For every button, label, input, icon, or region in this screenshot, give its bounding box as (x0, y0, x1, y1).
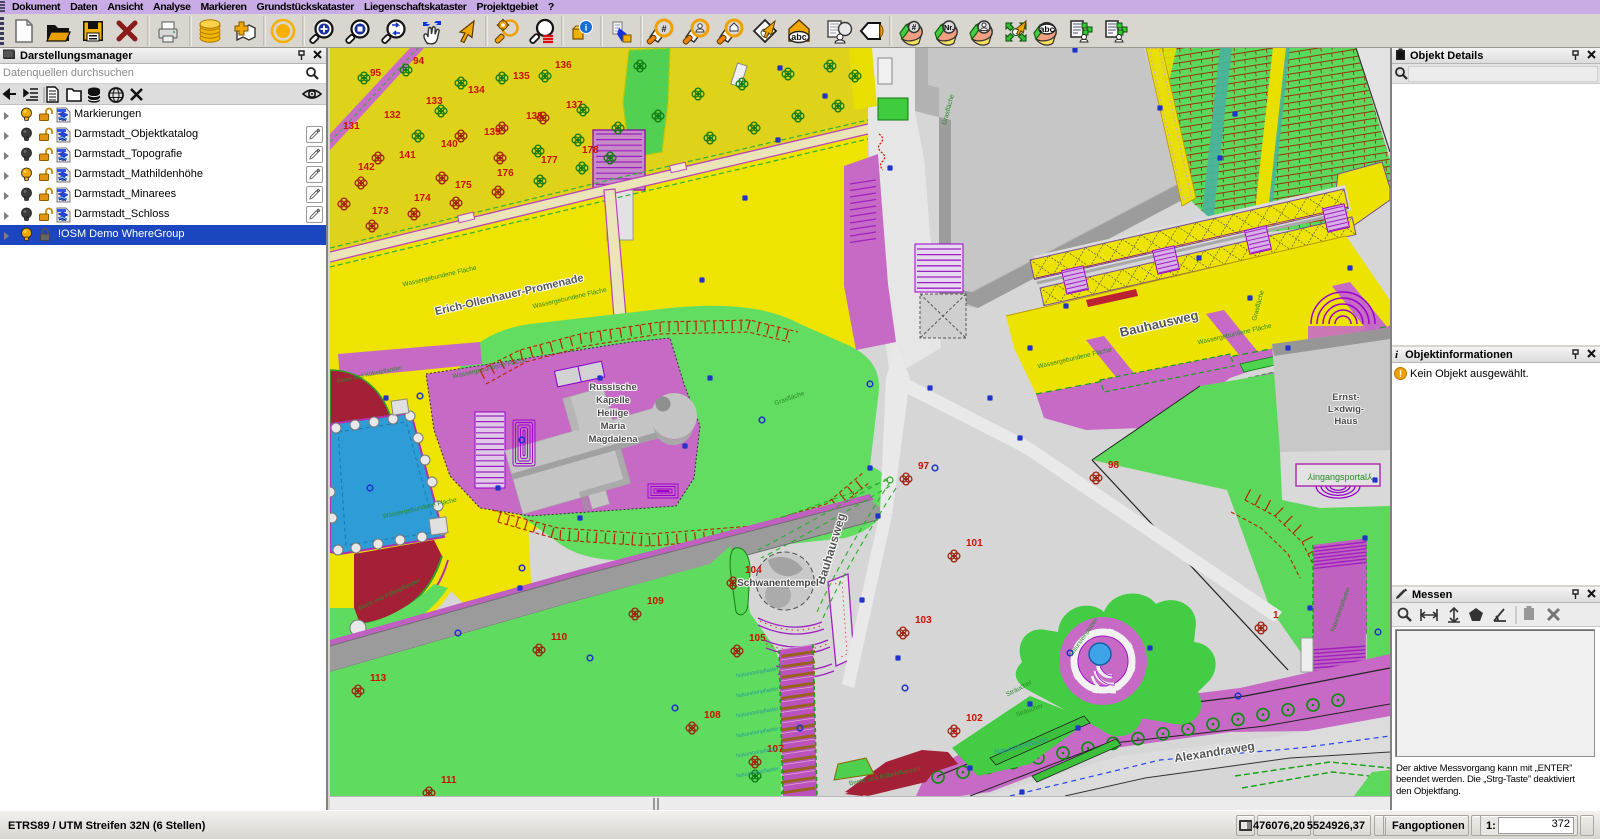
svg-text:136: 136 (555, 60, 572, 71)
svg-text:!: ! (1399, 369, 1402, 380)
svg-text:102: 102 (966, 713, 983, 724)
svg-text:173: 173 (372, 206, 389, 217)
svg-text:109: 109 (647, 596, 664, 607)
svg-text:142: 142 (358, 162, 375, 173)
svg-text:175: 175 (455, 180, 472, 191)
svg-text:Magdalena: Magdalena (588, 434, 638, 445)
svg-text:111: 111 (441, 775, 457, 786)
svg-text:105: 105 (749, 633, 766, 644)
svg-text:138: 138 (526, 111, 543, 122)
svg-text:110: 110 (551, 632, 568, 643)
svg-text:137: 137 (566, 100, 583, 111)
svg-text:Schwanentempel: Schwanentempel (737, 578, 819, 589)
svg-text:L×dwig-: L×dwig- (1328, 404, 1364, 415)
svg-text:1: 1 (1273, 610, 1279, 621)
svg-text:174: 174 (414, 193, 431, 204)
svg-text:140: 140 (441, 139, 458, 150)
svg-text:133: 133 (426, 96, 443, 107)
svg-text:113: 113 (370, 673, 387, 684)
svg-text:#: # (661, 24, 666, 34)
svg-text:Ernst-: Ernst- (1332, 392, 1359, 403)
svg-text:132: 132 (384, 110, 401, 121)
svg-text:141: 141 (399, 150, 416, 161)
svg-text:95: 95 (370, 68, 382, 79)
svg-text:Heilige: Heilige (597, 408, 628, 419)
svg-text:abc: abc (791, 32, 807, 42)
svg-text:98: 98 (1108, 460, 1120, 471)
svg-text:103: 103 (915, 615, 932, 626)
svg-text:177: 177 (541, 155, 558, 166)
svg-text:108: 108 (704, 710, 721, 721)
svg-text:⅄ingangsportal⅄: ⅄ingangsportal⅄ (1306, 472, 1373, 482)
svg-text:135: 135 (513, 71, 530, 82)
svg-text:97: 97 (918, 461, 930, 472)
svg-text:104: 104 (745, 565, 762, 576)
svg-text:abc: abc (1040, 24, 1055, 34)
svg-text:Nr.: Nr. (944, 23, 954, 32)
svg-text:101: 101 (966, 538, 983, 549)
svg-text:#: # (912, 23, 917, 32)
svg-text:Kapelle: Kapelle (596, 395, 630, 406)
svg-text:94: 94 (413, 56, 425, 67)
svg-text:178: 178 (582, 145, 599, 156)
svg-text:Russische: Russische (589, 382, 637, 393)
svg-text:176: 176 (497, 168, 514, 179)
svg-text:131: 131 (343, 121, 360, 132)
svg-text:134: 134 (468, 85, 485, 96)
svg-text:Haus: Haus (1334, 416, 1357, 427)
svg-text:139: 139 (484, 127, 501, 138)
svg-text:Maria: Maria (601, 421, 627, 432)
